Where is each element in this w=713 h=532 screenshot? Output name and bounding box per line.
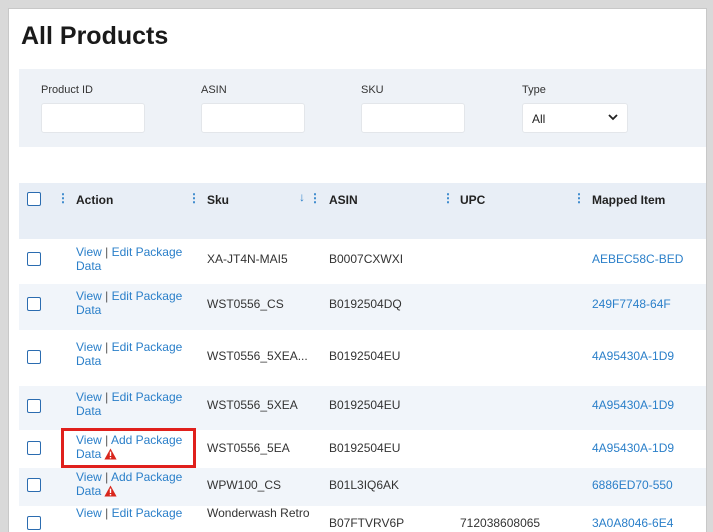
table-row: View | Edit Package Data WST0556_CS B019… [19,284,706,330]
add-package-link[interactable]: Add Package [111,470,182,484]
row-actions: View | Edit Package [76,506,183,520]
column-header-action[interactable]: Action [76,193,113,207]
row-checkbox[interactable] [27,516,41,530]
edit-package-link-data[interactable]: Data [76,259,101,273]
sort-down-arrow-icon[interactable]: ↓ [299,190,305,204]
view-link[interactable]: View [76,470,102,484]
sku-cell: WST0556_5XEA... [207,349,308,363]
edit-package-link[interactable]: Edit Package [112,245,183,259]
select-all-checkbox[interactable] [27,192,41,206]
sku-label: SKU [361,84,384,96]
asin-cell: B0192504EU [329,349,401,363]
table-row: View | Add Package Data WPW100_CS B01L3I… [19,468,706,506]
mapped-item-link[interactable]: 4A95430A-1D9 [592,398,674,412]
table-row: View | Edit Package Data WST0556_5XEA B0… [19,386,706,430]
edit-package-link-data[interactable]: Data [76,404,101,418]
kebab-menu-icon[interactable]: ⋮ [57,191,69,205]
add-package-link-data[interactable]: Data [76,484,101,498]
mapped-item-link[interactable]: 6886ED70-550 [592,478,673,492]
column-header-mapped-item[interactable]: Mapped Item [592,193,665,207]
type-select-value: All [532,112,546,126]
view-link[interactable]: View [76,245,102,259]
row-checkbox[interactable] [27,252,41,266]
view-link[interactable]: View [76,340,102,354]
mapped-item-link[interactable]: AEBEC58C-BED [592,252,683,266]
sku-cell: Wonderwash Retro [207,506,310,520]
kebab-menu-icon[interactable]: ⋮ [573,191,585,205]
highlight-box [61,428,196,468]
warning-triangle-icon [104,485,117,500]
sku-input[interactable] [361,103,465,133]
upc-cell: 712038608065 [460,516,541,530]
row-actions: View | Edit Package Data [76,390,183,418]
asin-input[interactable] [201,103,305,133]
column-header-sku[interactable]: Sku [207,193,229,207]
sku-cell: WPW100_CS [207,478,282,492]
asin-label: ASIN [201,84,227,96]
edit-package-link[interactable]: Edit Package [112,390,183,404]
edit-package-link[interactable]: Edit Package [112,506,183,520]
table-row: View | Edit Package Data WST0556_5XEA...… [19,330,706,386]
edit-package-link-data[interactable]: Data [76,303,101,317]
product-id-input[interactable] [41,103,145,133]
edit-package-link[interactable]: Edit Package [112,340,183,354]
row-checkbox[interactable] [27,441,41,455]
mapped-item-link[interactable]: 249F7748-64F [592,297,671,311]
product-id-label: Product ID [41,84,93,96]
sku-cell: WST0556_CS [207,297,284,311]
edit-package-link-data[interactable]: Data [76,354,101,368]
row-actions: View | Edit Package Data [76,289,183,317]
asin-cell: B0192504EU [329,441,401,455]
type-select[interactable]: All [522,103,628,133]
mapped-item-link[interactable]: 3A0A8046-6E4 [592,516,673,530]
mapped-item-link[interactable]: 4A95430A-1D9 [592,441,674,455]
sku-cell: WST0556_5EA [207,441,290,455]
row-actions: View | Edit Package Data [76,340,183,368]
filter-panel: Product ID ASIN SKU Type All [19,69,706,147]
asin-cell: B01L3IQ6AK [329,478,400,492]
kebab-menu-icon[interactable]: ⋮ [442,191,454,205]
table-row: View | Edit Package Wonderwash Retro B07… [19,506,706,532]
row-actions: View | Edit Package Data [76,245,183,273]
asin-cell: B0192504DQ [329,297,402,311]
column-header-asin[interactable]: ASIN [329,193,358,207]
row-checkbox[interactable] [27,297,41,311]
column-header-upc[interactable]: UPC [460,193,485,207]
sku-cell: WST0556_5XEA [207,398,298,412]
row-actions: View | Add Package Data [76,470,183,500]
type-label: Type [522,84,546,96]
row-checkbox[interactable] [27,350,41,364]
sku-cell: XA-JT4N-MAI5 [207,252,288,266]
view-link[interactable]: View [76,506,102,520]
table-row: View | Edit Package Data XA-JT4N-MAI5 B0… [19,240,706,284]
chevron-down-icon [607,110,619,127]
table-header: ⋮ Action ⋮ Sku ↓ ⋮ ASIN ⋮ UPC ⋮ Mapped I… [19,183,706,239]
asin-cell: B0007CXWXI [329,252,404,266]
kebab-menu-icon[interactable]: ⋮ [309,191,321,205]
asin-cell: B07FTVRV6P [329,516,405,530]
page-title: All Products [21,22,169,50]
view-link[interactable]: View [76,390,102,404]
row-checkbox[interactable] [27,478,41,492]
view-link[interactable]: View [76,289,102,303]
row-checkbox[interactable] [27,399,41,413]
edit-package-link[interactable]: Edit Package [112,289,183,303]
kebab-menu-icon[interactable]: ⋮ [188,191,200,205]
asin-cell: B0192504EU [329,398,401,412]
mapped-item-link[interactable]: 4A95430A-1D9 [592,349,674,363]
app-window: All Products Product ID ASIN SKU Type Al… [8,8,707,532]
